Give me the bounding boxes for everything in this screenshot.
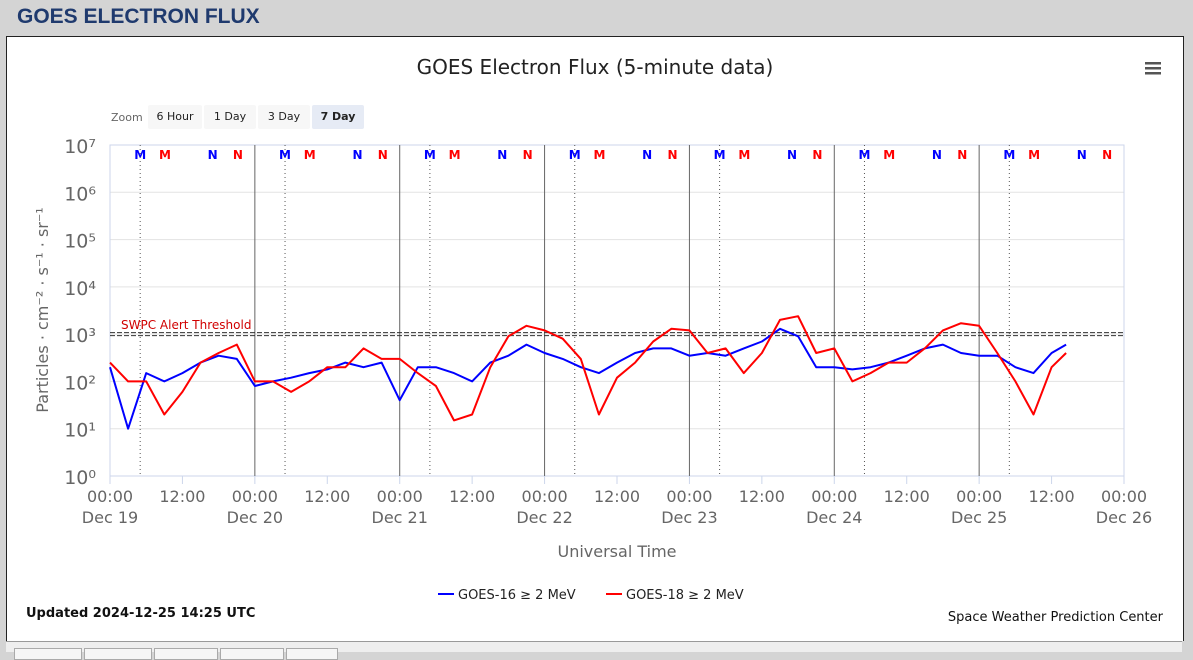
- marker-N: N: [233, 148, 243, 162]
- x-tick-date: Dec 20: [227, 508, 283, 527]
- marker-M: M: [279, 148, 291, 162]
- marker-M: M: [858, 148, 870, 162]
- x-tick-time: 12:00: [159, 487, 205, 506]
- marker-N: N: [812, 148, 822, 162]
- marker-N: N: [352, 148, 362, 162]
- marker-N: N: [668, 148, 678, 162]
- y-tick-label: 10⁵: [64, 231, 96, 253]
- x-tick-time: 12:00: [739, 487, 785, 506]
- marker-M: M: [1003, 148, 1015, 162]
- x-tick-date: Dec 21: [372, 508, 428, 527]
- x-tick-time: 00:00: [811, 487, 857, 506]
- marker-N: N: [787, 148, 797, 162]
- marker-N: N: [642, 148, 652, 162]
- marker-M: M: [714, 148, 726, 162]
- y-tick-label: 10³: [64, 325, 96, 347]
- x-tick-time: 12:00: [594, 487, 640, 506]
- marker-M: M: [594, 148, 606, 162]
- legend-label: GOES-18 ≥ 2 MeV: [626, 588, 744, 603]
- marker-M: M: [738, 148, 750, 162]
- x-tick-date: Dec 25: [951, 508, 1007, 527]
- zoom-button-label: 1 Day: [214, 110, 247, 123]
- hamburger-menu-icon[interactable]: [1145, 62, 1161, 75]
- electron-flux-chart: GOES Electron Flux (5-minute data) Zoom …: [26, 55, 1164, 625]
- marker-N: N: [378, 148, 388, 162]
- x-tick-time: 00:00: [87, 487, 133, 506]
- x-tick-date: Dec 19: [82, 508, 138, 527]
- threshold-label: SWPC Alert Threshold: [121, 318, 251, 332]
- plot-border: [109, 144, 1125, 477]
- x-tick-time: 12:00: [304, 487, 350, 506]
- x-tick-date: Dec 23: [661, 508, 717, 527]
- zoom-button-label: 6 Hour: [157, 110, 194, 123]
- x-tick-time: 00:00: [1101, 487, 1147, 506]
- zoom-button-6-hour[interactable]: 6 Hour: [148, 105, 202, 129]
- marker-N: N: [497, 148, 507, 162]
- legend-item[interactable]: GOES-16 ≥ 2 MeV: [438, 588, 576, 603]
- zoom-button-label: 3 Day: [268, 110, 301, 123]
- zoom-label: Zoom: [111, 111, 143, 124]
- marker-M: M: [449, 148, 461, 162]
- zoom-button-7-day[interactable]: 7 Day: [312, 105, 364, 129]
- x-tick-time: 00:00: [666, 487, 712, 506]
- y-axis-title: Particles · cm⁻² · s⁻¹ · sr⁻¹: [33, 207, 52, 412]
- credit-text: Space Weather Prediction Center: [948, 610, 1164, 625]
- y-tick-label: 10⁴: [64, 278, 96, 300]
- x-tick-date: Dec 26: [1096, 508, 1152, 527]
- x-tick-time: 00:00: [232, 487, 278, 506]
- updated-timestamp: Updated 2024-12-25 14:25 UTC: [26, 606, 255, 621]
- marker-M: M: [134, 148, 146, 162]
- marker-M: M: [1028, 148, 1040, 162]
- zoom-button-3-day[interactable]: 3 Day: [258, 105, 310, 129]
- x-axis-title: Universal Time: [557, 542, 676, 561]
- marker-N: N: [957, 148, 967, 162]
- y-tick-label: 10²: [64, 372, 96, 394]
- marker-N: N: [208, 148, 218, 162]
- y-tick-label: 10⁷: [64, 136, 96, 158]
- x-tick-time: 12:00: [1029, 487, 1075, 506]
- y-tick-label: 10⁶: [64, 183, 96, 205]
- marker-N: N: [1102, 148, 1112, 162]
- marker-M: M: [159, 148, 171, 162]
- y-tick-label: 10⁰: [64, 467, 96, 489]
- marker-M: M: [883, 148, 895, 162]
- marker-M: M: [569, 148, 581, 162]
- y-tick-label: 10¹: [64, 420, 96, 442]
- marker-M: M: [304, 148, 316, 162]
- legend-item[interactable]: GOES-18 ≥ 2 MeV: [606, 588, 744, 603]
- x-tick-time: 00:00: [956, 487, 1002, 506]
- x-tick-date: Dec 22: [516, 508, 572, 527]
- zoom-button-1-day[interactable]: 1 Day: [204, 105, 256, 129]
- x-tick-date: Dec 24: [806, 508, 862, 527]
- marker-N: N: [932, 148, 942, 162]
- x-tick-time: 12:00: [449, 487, 495, 506]
- marker-N: N: [1077, 148, 1087, 162]
- legend-label: GOES-16 ≥ 2 MeV: [458, 588, 576, 603]
- x-tick-time: 00:00: [377, 487, 423, 506]
- marker-M: M: [424, 148, 436, 162]
- x-tick-time: 00:00: [522, 487, 568, 506]
- x-tick-time: 12:00: [884, 487, 930, 506]
- chart-title: GOES Electron Flux (5-minute data): [417, 55, 774, 79]
- series-line-goes-18: [109, 315, 1067, 422]
- zoom-button-label: 7 Day: [321, 110, 356, 123]
- marker-N: N: [523, 148, 533, 162]
